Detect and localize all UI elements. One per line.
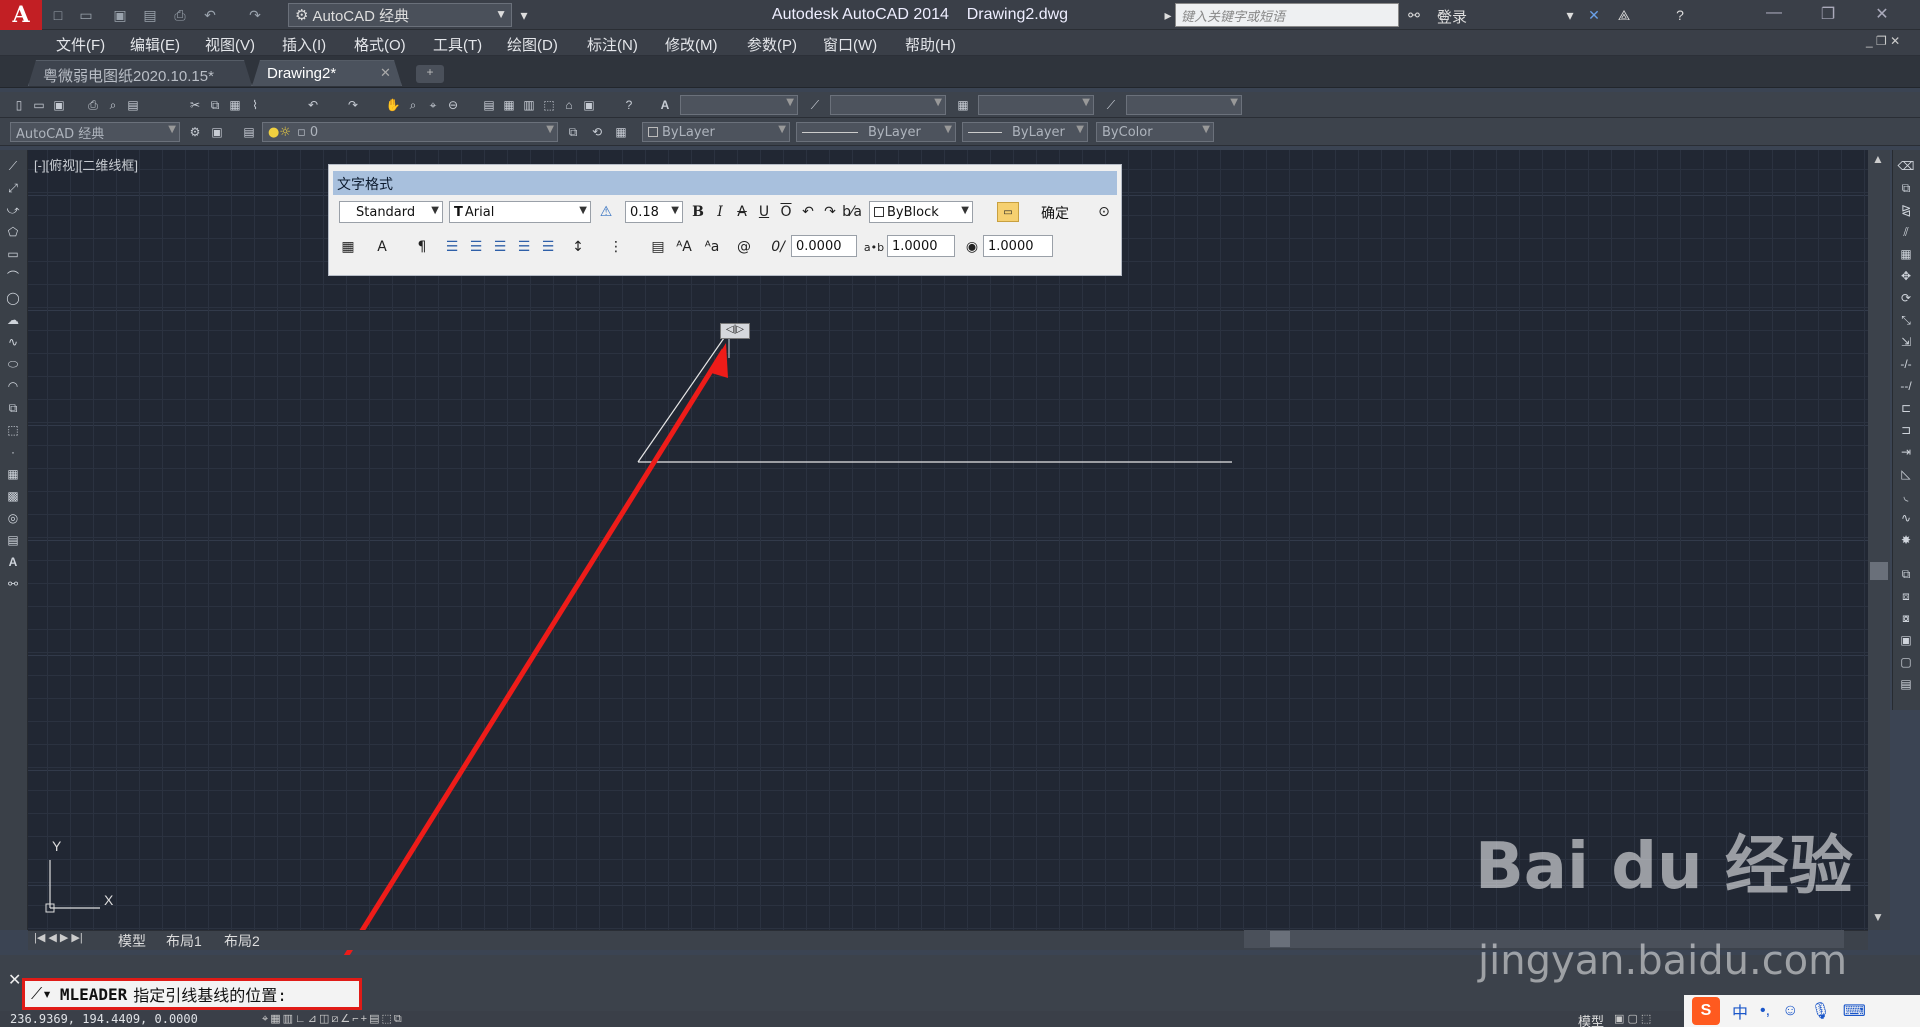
align-left-icon[interactable]: ☰ [443,237,461,257]
leader-line [637,337,725,463]
oblique-angle-input[interactable]: 0.0000 [791,235,857,257]
model-space-button[interactable]: 模型 [1578,1011,1604,1027]
chevron-down-icon: ▼ [671,205,679,216]
font-select[interactable]: T Arial ▼ [449,201,591,223]
mtext-width-grip[interactable]: ◁|▷ [720,323,750,339]
tracking-icon[interactable]: a•b [864,237,884,257]
command-icon: ⟋▾ [31,984,52,1003]
baidu-watermark: Bai du 经验 [1475,830,1853,904]
ucs-y-label: Y [52,838,62,854]
paragraph-icon[interactable]: ¶ [413,237,431,257]
columns-icon[interactable]: ▦ [339,237,357,257]
redo-icon[interactable]: ↷ [821,202,839,222]
distribute-icon[interactable]: ☰ [539,237,557,257]
numbering-icon[interactable]: ⋮ [607,237,625,257]
keyboard-icon: ⌨ [1842,1003,1866,1020]
tab-model[interactable]: 模型 [118,931,146,951]
microphone-icon: 🎙 [1810,1003,1831,1020]
font-value: Arial [464,204,495,220]
undo-icon[interactable]: ↶ [799,202,817,222]
ok-button[interactable]: 确定 [1041,203,1069,223]
baidu-watermark-url: jingyan.baidu.com [1478,938,1848,984]
width-factor-icon[interactable]: ◉ [963,237,981,257]
bold-icon[interactable]: B [689,202,707,222]
oblique-angle-icon[interactable]: 0/ [769,237,787,257]
annotative-icon[interactable]: ⚠ [597,202,615,222]
sogou-logo-icon: S [1692,997,1720,1025]
text-format-toolbar: 文字格式 Standard ▼ T Arial ▼ ⚠ 0.18 ▼ B I A U O… [328,164,1122,276]
punctuation-icon: •, [1760,1002,1771,1019]
ruler-icon[interactable]: ▭ [997,202,1019,222]
layout-viewport-icons[interactable]: ▣ ▢ ⬚ [1614,1012,1651,1025]
emoji-icon: ☺ [1782,1002,1799,1019]
tab-layout1[interactable]: 布局1 [166,931,202,951]
align-center-icon[interactable]: ☰ [467,237,485,257]
text-color-select[interactable]: ByBlock ▼ [869,201,973,223]
ime-language: 中 [1732,1005,1749,1022]
options-icon[interactable]: ⊙ [1095,202,1113,222]
ucs-x-label: X [104,892,114,908]
chevron-down-icon: ▼ [431,205,439,216]
tab-layout2[interactable]: 布局2 [224,931,260,951]
command-name: MLEADER [59,984,128,1004]
align-right-icon[interactable]: ☰ [491,237,509,257]
coordinate-readout: 236.9369, 194.4409, 0.0000 [10,1012,198,1026]
line-spacing-icon[interactable]: ↕ [569,237,587,257]
stack-icon[interactable]: b⁄a [842,202,862,222]
uppercase-icon[interactable]: ᴬA [675,237,693,257]
drafting-toggles[interactable]: ⌖▦▥∟⊿◫⧄∠⌐+▤⬚⧉ [262,1012,404,1026]
chevron-down-icon: ▼ [579,205,587,216]
text-color-value: ByBlock [887,204,939,220]
text-height-value: 0.18 [630,204,659,220]
annotation-arrow-head [708,343,728,378]
strikethrough-icon[interactable]: A [733,202,751,222]
symbol-icon[interactable]: @ [735,237,753,257]
text-style-select[interactable]: Standard ▼ [339,201,443,223]
lowercase-icon[interactable]: ᴬa [703,237,721,257]
insert-field-icon[interactable]: ▤ [649,237,667,257]
horizontal-scroll-thumb[interactable] [1270,931,1290,947]
italic-icon[interactable]: I [711,202,729,222]
truetype-icon: T [454,204,463,220]
text-format-title: 文字格式 [333,171,1117,195]
layout-nav-arrows[interactable]: |◀ ◀ ▶ ▶| [34,931,83,944]
width-factor-input[interactable]: 1.0000 [983,235,1053,257]
command-line[interactable]: ⟋▾ MLEADER 指定引线基线的位置: [22,978,362,1010]
text-height-select[interactable]: 0.18 ▼ [625,201,683,223]
ime-toolbar[interactable]: S 中 •, ☺ 🎙 ⌨ [1684,995,1920,1027]
text-style-value: Standard [356,204,416,220]
close-command-icon[interactable]: ✕ [8,970,21,990]
tracking-input[interactable]: 1.0000 [887,235,955,257]
underline-icon[interactable]: U [755,202,773,222]
command-prompt: 指定引线基线的位置: [133,986,287,1005]
color-swatch [874,207,884,217]
justify-icon[interactable]: ☰ [515,237,533,257]
mtext-justification-icon[interactable]: A [373,237,391,257]
annotation-arrow [342,348,727,960]
overline-icon[interactable]: O [777,202,795,222]
chevron-down-icon: ▼ [961,205,969,216]
